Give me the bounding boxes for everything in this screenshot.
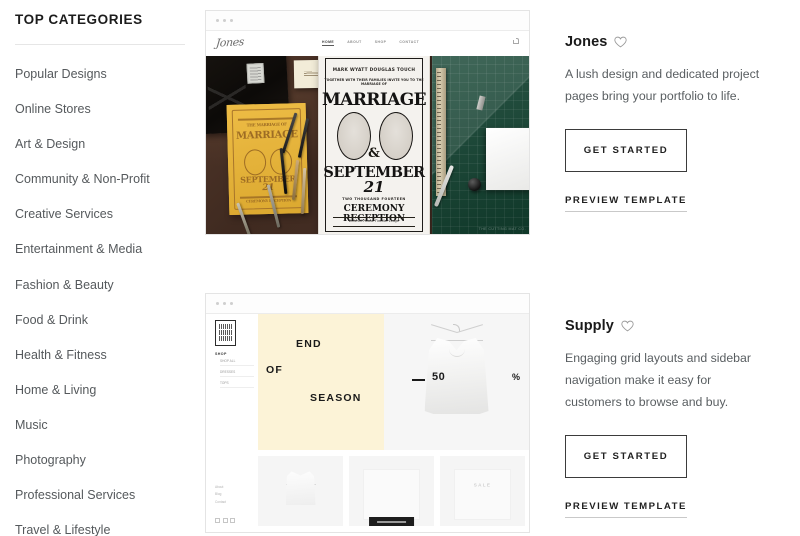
- instagram-icon[interactable]: [230, 518, 235, 523]
- supply-site-body: SHOP SHOP ALL DRESSES TOPS About Blog Co…: [206, 314, 529, 532]
- jones-nav-home[interactable]: HOME: [322, 40, 335, 46]
- poster-headline: MARRIAGE: [321, 90, 427, 110]
- jones-nav-about[interactable]: ABOUT: [347, 40, 362, 46]
- get-started-button-jones[interactable]: GET STARTED: [565, 129, 687, 172]
- window-dot: [216, 19, 219, 22]
- supply-shop-heading: SHOP: [215, 352, 227, 356]
- twitter-icon[interactable]: [222, 518, 228, 523]
- sidebar-divider: [15, 44, 185, 45]
- window-dot: [230, 19, 233, 22]
- template-card-supply: SHOP SHOP ALL DRESSES TOPS About Blog Co…: [205, 293, 530, 533]
- heart-outline-icon[interactable]: [614, 36, 628, 48]
- sidebar-item-photography[interactable]: Photography: [15, 454, 200, 467]
- browser-chrome-bar: [206, 11, 529, 31]
- poster-ampersand: &: [368, 146, 380, 161]
- sidebar-item-travel-lifestyle[interactable]: Travel & Lifestyle: [15, 524, 200, 536]
- supply-footer-contact[interactable]: Contact: [215, 500, 226, 504]
- template-info-jones: Jones A lush design and dedicated projec…: [565, 34, 800, 212]
- sidebar-title: TOP CATEGORIES: [15, 12, 143, 27]
- get-started-button-supply[interactable]: GET STARTED: [565, 435, 687, 478]
- supply-footer-about[interactable]: About: [215, 485, 226, 489]
- poster-intro: TOGETHER WITH THEIR FAMILIES INVITE YOU …: [324, 78, 424, 86]
- jones-hero-photo: THE MARRIAGE OF MARRIAGE SEPTEMBER 21 CE…: [206, 56, 529, 234]
- supply-footer-blog[interactable]: Blog: [215, 492, 226, 496]
- window-dots: [216, 19, 233, 22]
- window-dot: [223, 19, 226, 22]
- poster-names: MARK WYATT DOUGLAS TOUCH: [332, 68, 416, 73]
- supply-social-icons: [215, 518, 235, 523]
- template-description-jones: A lush design and dedicated project page…: [565, 67, 760, 103]
- template-name-jones: Jones: [565, 34, 608, 50]
- discount-value: 50: [432, 371, 446, 383]
- sidebar-item-entertainment-media[interactable]: Entertainment & Media: [15, 243, 200, 256]
- supply-hero-banner: END OF SEASON 50 %: [258, 314, 529, 450]
- black-white-wedding-poster: MARK WYATT DOUGLAS TOUCH TOGETHER WITH T…: [318, 56, 430, 234]
- template-thumbnail-jones[interactable]: Jones HOME ABOUT SHOP CONTACT THE MARRIA…: [205, 10, 530, 235]
- sidebar-item-fashion-beauty[interactable]: Fashion & Beauty: [15, 279, 200, 292]
- poster-venues: Willcroft House Tinkiller Lodge: [348, 219, 400, 223]
- template-browser-page: TOP CATEGORIES Popular Designs Online St…: [0, 0, 800, 536]
- sidebar-item-online-stores[interactable]: Online Stores: [15, 103, 200, 116]
- supply-product-grid: SALE: [258, 456, 529, 526]
- jones-nav-links: HOME ABOUT SHOP CONTACT: [322, 40, 419, 46]
- browser-chrome-bar: [206, 294, 529, 314]
- sidebar-item-food-drink[interactable]: Food & Drink: [15, 314, 200, 327]
- template-info-supply: Supply Engaging grid layouts and sidebar…: [565, 318, 800, 518]
- product-thumbnail[interactable]: [349, 456, 434, 526]
- sidebar-item-professional-services[interactable]: Professional Services: [15, 489, 200, 502]
- poster-year: TWO THOUSAND FOURTEEN: [342, 197, 406, 201]
- jones-nav-shop[interactable]: SHOP: [375, 40, 387, 46]
- supply-hero-product-panel: 50 %: [384, 314, 529, 450]
- discount-unit: %: [512, 372, 521, 382]
- supply-main-content: END OF SEASON 50 % SALE: [258, 314, 529, 532]
- sidebar-item-popular-designs[interactable]: Popular Designs: [15, 68, 200, 81]
- shopping-basket-icon: [513, 38, 520, 44]
- product-thumbnail[interactable]: SALE: [440, 456, 525, 526]
- hero-line-3: SEASON: [310, 392, 362, 404]
- category-list: Popular Designs Online Stores Art & Desi…: [15, 68, 200, 536]
- hero-line-1: END: [296, 338, 322, 350]
- poster-day: 21: [363, 178, 385, 196]
- template-title-row: Supply: [565, 318, 800, 334]
- template-title-row: Jones: [565, 34, 800, 50]
- sidebar-item-home-living[interactable]: Home & Living: [15, 384, 200, 397]
- product-thumbnail[interactable]: [258, 456, 343, 526]
- template-thumbnail-supply[interactable]: SHOP SHOP ALL DRESSES TOPS About Blog Co…: [205, 293, 530, 533]
- window-dot: [223, 302, 226, 305]
- sidebar-item-health-fitness[interactable]: Health & Fitness: [15, 349, 200, 362]
- green-cutting-mat-prop: THE CUTTING MAT CO.: [432, 56, 529, 234]
- facebook-icon[interactable]: [215, 518, 220, 523]
- mat-logo-text: THE CUTTING MAT CO.: [478, 227, 526, 231]
- window-dots: [216, 302, 233, 305]
- template-description-supply: Engaging grid layouts and sidebar naviga…: [565, 351, 751, 409]
- preview-template-link-supply[interactable]: PREVIEW TEMPLATE: [565, 501, 687, 518]
- sale-label: SALE: [473, 482, 492, 488]
- sidebar-item-community-non-profit[interactable]: Community & Non-Profit: [15, 173, 200, 186]
- supply-site-logo: [215, 320, 236, 346]
- template-card-jones: Jones HOME ABOUT SHOP CONTACT THE MARRIA…: [205, 10, 530, 235]
- ink-knob-prop: [468, 178, 481, 191]
- sidebar-item-art-design[interactable]: Art & Design: [15, 138, 200, 151]
- discount-dash: [412, 379, 425, 381]
- preview-template-link-jones[interactable]: PREVIEW TEMPLATE: [565, 195, 687, 212]
- window-dot: [230, 302, 233, 305]
- window-dot: [216, 302, 219, 305]
- supply-nav-tops[interactable]: TOPS: [220, 381, 254, 389]
- hero-line-2: OF: [266, 364, 283, 376]
- heart-outline-icon[interactable]: [621, 320, 634, 332]
- supply-sidebar: SHOP SHOP ALL DRESSES TOPS About Blog Co…: [206, 314, 258, 532]
- sidebar-item-creative-services[interactable]: Creative Services: [15, 208, 200, 221]
- categories-sidebar: TOP CATEGORIES Popular Designs Online St…: [0, 0, 205, 536]
- supply-nav-dresses[interactable]: DRESSES: [220, 370, 254, 378]
- white-paper-prop: [486, 128, 529, 190]
- sidebar-item-music[interactable]: Music: [15, 419, 200, 432]
- template-name-supply: Supply: [565, 318, 614, 334]
- supply-footer-links: About Blog Contact: [215, 485, 226, 507]
- supply-hero-cream-panel: END OF SEASON: [258, 314, 384, 450]
- jones-site-nav: Jones HOME ABOUT SHOP CONTACT: [206, 31, 529, 56]
- jones-nav-contact[interactable]: CONTACT: [399, 40, 419, 46]
- supply-nav-shop-all[interactable]: SHOP ALL: [220, 359, 254, 366]
- supply-nav-links: SHOP ALL DRESSES TOPS: [220, 359, 254, 393]
- jones-site-logo: Jones: [215, 35, 245, 50]
